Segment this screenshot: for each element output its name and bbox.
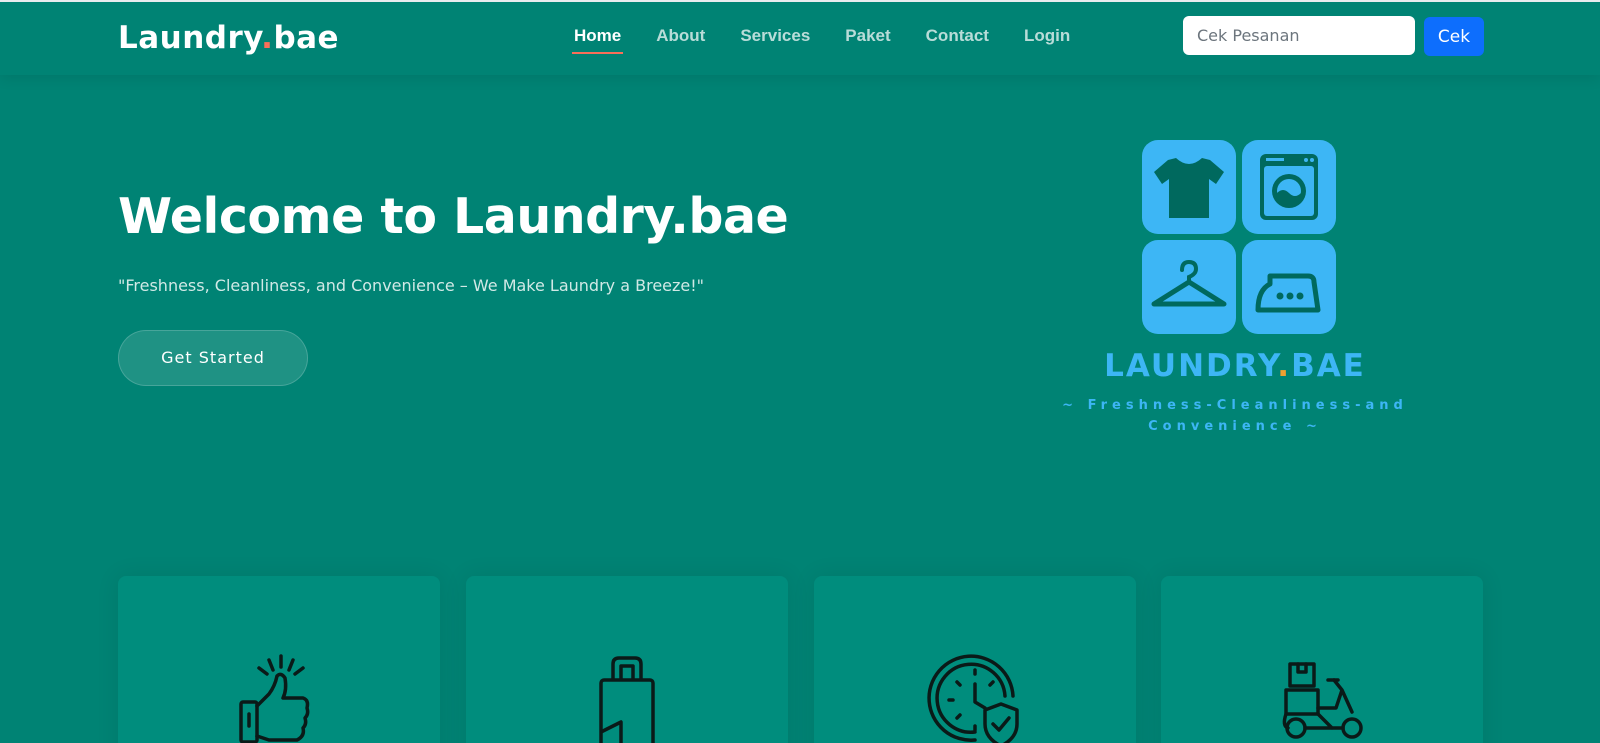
washing-machine-icon [1242,140,1336,234]
delivery-scooter-icon [1282,662,1363,739]
brand-name-part2: BAE [1291,348,1366,384]
clock-shield-icon [927,654,1019,743]
hero-subtitle: "Freshness, Cleanliness, and Convenience… [118,276,705,295]
feature-card-fast[interactable] [814,576,1136,743]
feature-card-quality[interactable] [118,576,440,743]
nav-login[interactable]: Login [1024,26,1070,54]
order-search-input[interactable] [1183,16,1415,55]
site-header: Laundry.bae Home About Services Paket Co… [0,0,1600,75]
brand-tagline-line2: Convenience ~ [1148,419,1322,434]
brand-tagline: ~ Freshness-Cleanliness-and Convenience … [1050,395,1420,437]
nav-services[interactable]: Services [740,26,810,54]
brand-name-dot: . [1277,348,1292,384]
brand-tagline-line1: ~ Freshness-Cleanliness-and [1062,398,1408,413]
brand-name: LAUNDRY.BAE [1000,348,1470,384]
logo-text: Laundry [118,20,262,56]
brand-name-part1: LAUNDRY [1104,348,1278,384]
nav-paket[interactable]: Paket [845,26,890,54]
logo-suffix: bae [273,20,340,56]
laundry-bag-icon [599,656,655,743]
iron-icon [1242,240,1336,334]
get-started-button[interactable]: Get Started [118,330,308,386]
feature-card-delivery[interactable] [1161,576,1483,743]
nav-contact[interactable]: Contact [926,26,989,54]
brand-logo-grid [1142,140,1336,334]
hanger-icon [1142,240,1236,334]
hero-title: Welcome to Laundry.bae [118,188,789,245]
feature-card-bag[interactable] [466,576,788,743]
logo-dot: . [261,20,274,56]
thumbs-up-icon [239,654,310,743]
nav-home[interactable]: Home [571,26,624,54]
tshirt-icon [1142,140,1236,234]
order-search-button[interactable]: Cek [1424,17,1484,56]
site-logo[interactable]: Laundry.bae [118,20,339,56]
main-nav: Home About Services Paket Contact Login [571,26,1105,54]
nav-about[interactable]: About [656,26,705,54]
